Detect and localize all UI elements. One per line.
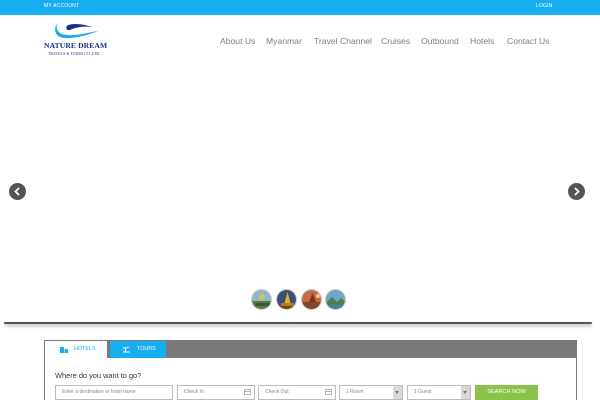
check-in-placeholder: Check In bbox=[184, 389, 204, 395]
red-pagoda-image bbox=[302, 290, 321, 309]
search-panel: Where do you want to go? Enter a destina… bbox=[45, 358, 576, 400]
golden-pagoda-image bbox=[277, 290, 296, 309]
my-account-link[interactable]: MY ACCOUNT bbox=[44, 3, 79, 9]
slide-thumbnail-golden-pagoda[interactable] bbox=[276, 289, 297, 310]
calendar-icon bbox=[244, 389, 251, 395]
chevron-down-icon bbox=[461, 386, 470, 399]
check-out-placeholder: Check Out bbox=[265, 389, 289, 395]
search-question: Where do you want to go? bbox=[55, 371, 142, 380]
destination-input[interactable]: Enter a destination or hotel name bbox=[55, 385, 173, 400]
search-now-button[interactable]: SEARCH NOW bbox=[475, 385, 538, 400]
balloon-landscape-image bbox=[252, 290, 271, 309]
lake-landscape-image bbox=[326, 290, 345, 309]
island-icon bbox=[123, 346, 130, 353]
guests-value: 1 Guest bbox=[414, 389, 432, 395]
slide-thumbnail-lake-landscape[interactable] bbox=[325, 289, 346, 310]
rooms-value: 1 Room bbox=[346, 389, 364, 395]
search-box: HOTELS TOURS Where do you want to go? En… bbox=[44, 340, 577, 400]
nav-travel-channel[interactable]: Travel Channel bbox=[314, 36, 372, 46]
chevron-down-icon bbox=[393, 386, 402, 399]
nav-outbound[interactable]: Outbound bbox=[421, 36, 459, 46]
tab-hotels-label: HOTELS bbox=[74, 346, 96, 352]
building-icon bbox=[60, 347, 68, 353]
slider-prev-button[interactable] bbox=[9, 183, 26, 200]
tab-hotels[interactable]: HOTELS bbox=[45, 341, 107, 358]
nav-about-us[interactable]: About Us bbox=[220, 36, 255, 46]
chevron-right-icon bbox=[574, 187, 580, 196]
slider-bottom-shadow bbox=[0, 320, 600, 326]
chevron-left-icon bbox=[14, 187, 20, 196]
rooms-select[interactable]: 1 Room bbox=[339, 385, 403, 400]
slide-thumbnail-red-pagoda[interactable] bbox=[301, 289, 322, 310]
search-tabs: HOTELS TOURS bbox=[45, 341, 345, 358]
check-in-field[interactable]: Check In bbox=[177, 385, 255, 400]
calendar-icon bbox=[325, 389, 332, 395]
nav-cruises[interactable]: Cruises bbox=[381, 36, 410, 46]
slider-thumbnails bbox=[251, 289, 347, 311]
top-utility-bar: MY ACCOUNT LOGIN bbox=[0, 0, 600, 15]
check-out-field[interactable]: Check Out bbox=[258, 385, 336, 400]
site-header: NATURE DREAM TRAVELS & TOURS CO.,LTD. Ab… bbox=[0, 15, 600, 67]
page: MY ACCOUNT LOGIN NATURE DREAM TRAVELS & … bbox=[0, 0, 600, 400]
logo-subtitle: TRAVELS & TOURS CO.,LTD. bbox=[48, 52, 101, 56]
nav-contact-us[interactable]: Contact Us bbox=[507, 36, 550, 46]
hero-slider bbox=[0, 67, 600, 323]
tab-tours-label: TOURS bbox=[137, 346, 156, 352]
nav-myanmar[interactable]: Myanmar bbox=[266, 36, 302, 46]
guests-select[interactable]: 1 Guest bbox=[407, 385, 471, 400]
login-link[interactable]: LOGIN bbox=[536, 3, 553, 9]
tab-tours[interactable]: TOURS bbox=[110, 341, 166, 358]
slide-thumbnail-balloon-landscape[interactable] bbox=[251, 289, 272, 310]
slider-next-button[interactable] bbox=[568, 183, 585, 200]
main-nav: About Us Myanmar Travel Channel Cruises … bbox=[0, 36, 600, 50]
nav-hotels[interactable]: Hotels bbox=[470, 36, 494, 46]
